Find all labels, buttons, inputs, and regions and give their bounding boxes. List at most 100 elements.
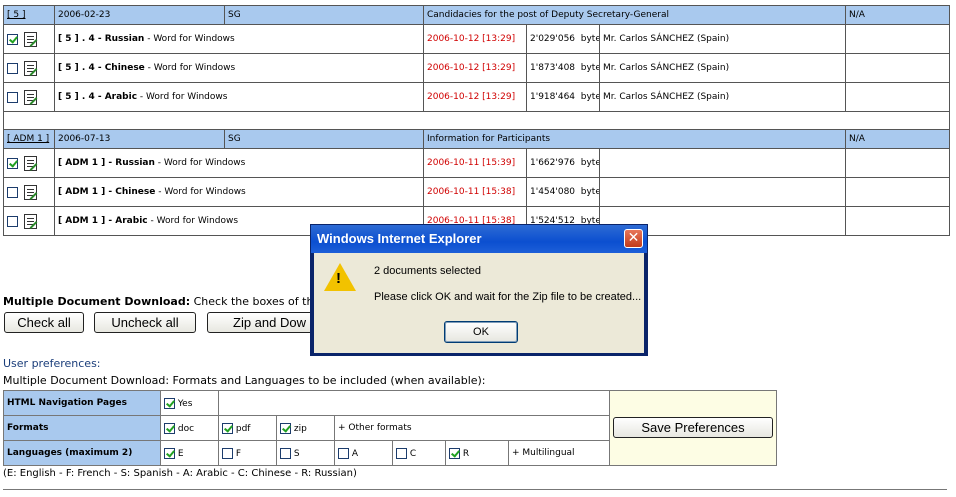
multilingual-link[interactable]: + Multilingual — [508, 440, 610, 466]
select-checkbox[interactable] — [7, 215, 18, 227]
language-checkbox[interactable] — [222, 447, 233, 459]
table-row: [ 5 ] . 4 - Chinese - Word for Windows 20… — [3, 53, 951, 83]
document-timestamp: 2006-10-12 [13:29] — [423, 24, 527, 54]
language-option-C: C — [392, 440, 446, 466]
document-edit-icon[interactable] — [24, 60, 37, 76]
language-checkbox[interactable] — [164, 447, 175, 459]
document-author — [598, 148, 847, 178]
document-name: [ ADM 1 ] - Chinese — [58, 187, 156, 197]
document-author: Mr. Carlos SÁNCHEZ (Spain) — [598, 82, 847, 112]
format-checkbox[interactable] — [222, 422, 233, 434]
document-edit-icon[interactable] — [24, 155, 37, 171]
ie-alert-dialog: Windows Internet Explorer ✕ ! 2 document… — [310, 224, 648, 356]
download-label: Multiple Document Download: Check the bo… — [3, 295, 321, 308]
table-row: [ 5 ] . 4 - Arabic - Word for Windows 200… — [3, 82, 951, 112]
document-name: [ 5 ] . 4 - Russian — [58, 34, 145, 44]
preferences-table: HTML Navigation Pages Yes Save Preferenc… — [3, 390, 777, 466]
dialog-message-wait: Please click OK and wait for the Zip fil… — [374, 291, 642, 303]
other-formats-link[interactable]: + Other formats — [334, 415, 610, 441]
document-edit-icon[interactable] — [24, 184, 37, 200]
document-size: 1'454'080 — [530, 187, 576, 197]
document-format: Word for Windows — [153, 34, 235, 44]
preferences-heading: User preferences: — [3, 357, 101, 370]
language-checkbox[interactable] — [280, 447, 291, 459]
document-edit-icon[interactable] — [24, 31, 37, 47]
zip-download-button[interactable]: Zip and Dow — [207, 312, 327, 333]
select-checkbox[interactable] — [7, 157, 18, 169]
group-org: SG — [224, 129, 424, 149]
select-checkbox[interactable] — [7, 91, 18, 103]
uncheck-all-button[interactable]: Uncheck all — [94, 312, 196, 333]
language-option-R: R — [445, 440, 509, 466]
document-timestamp: 2006-10-12 [13:29] — [423, 53, 527, 83]
group-ref-link[interactable]: [ 5 ] — [7, 10, 25, 20]
preferences-subheading: Multiple Document Download: Formats and … — [3, 374, 486, 387]
languages-label: Languages (maximum 2) — [3, 440, 161, 466]
select-checkbox[interactable] — [7, 186, 18, 198]
group-spacer — [2, 111, 951, 130]
language-option-E: E — [160, 440, 219, 466]
group-ref-link[interactable]: [ ADM 1 ] — [7, 134, 49, 144]
document-name: [ ADM 1 ] - Arabic — [58, 216, 148, 226]
document-size: 2'029'056 — [530, 34, 576, 44]
size-unit: bytes — [580, 187, 599, 197]
bottom-divider — [3, 489, 947, 490]
table-row: [ ADM 1 ] - Russian - Word for Windows 20… — [3, 148, 951, 178]
close-icon[interactable]: ✕ — [624, 229, 643, 248]
html-nav-checkbox[interactable] — [164, 397, 175, 409]
group-title: Candidacies for the post of Deputy Secre… — [422, 5, 847, 25]
ok-button[interactable]: OK — [444, 321, 518, 343]
select-checkbox[interactable] — [7, 62, 18, 74]
language-option-A: A — [334, 440, 393, 466]
language-checkbox[interactable] — [449, 447, 460, 459]
document-name: [ 5 ] . 4 - Chinese — [58, 63, 145, 73]
document-format: Word for Windows — [164, 187, 246, 197]
document-author: Mr. Carlos SÁNCHEZ (Spain) — [598, 53, 847, 83]
format-checkbox[interactable] — [280, 422, 291, 434]
document-format: Word for Windows — [146, 92, 228, 102]
group-status: N/A — [845, 129, 951, 149]
dialog-message-count: 2 documents selected — [374, 265, 482, 277]
group-org: SG — [224, 5, 424, 25]
size-unit: bytes — [580, 63, 599, 73]
check-all-button[interactable]: Check all — [4, 312, 84, 333]
document-name: [ ADM 1 ] - Russian — [58, 158, 155, 168]
language-checkbox[interactable] — [396, 447, 407, 459]
table-row: [ ADM 1 ] - Chinese - Word for Windows 20… — [3, 177, 951, 207]
language-checkbox[interactable] — [338, 447, 349, 459]
document-format: Word for Windows — [153, 63, 236, 73]
document-format: Word for Windows — [156, 216, 239, 226]
format-option-doc: doc — [160, 415, 219, 441]
document-format: Word for Windows — [163, 158, 246, 168]
dialog-title: Windows Internet Explorer — [311, 225, 647, 253]
size-unit: bytes — [580, 158, 599, 168]
language-option-S: S — [276, 440, 335, 466]
format-checkbox[interactable] — [164, 422, 175, 434]
select-checkbox[interactable] — [7, 33, 18, 45]
save-cell: Save Preferences — [609, 390, 777, 466]
html-nav-yes-cell: Yes — [160, 390, 219, 416]
size-unit: bytes — [580, 92, 599, 102]
document-timestamp: 2006-10-11 [15:39] — [423, 148, 527, 178]
document-edit-icon[interactable] — [24, 89, 37, 105]
document-edit-icon[interactable] — [24, 213, 37, 229]
document-size: 1'662'976 — [530, 158, 576, 168]
save-preferences-button[interactable]: Save Preferences — [613, 417, 773, 438]
group-status: N/A — [845, 5, 951, 25]
document-author: Mr. Carlos SÁNCHEZ (Spain) — [598, 24, 847, 54]
html-nav-label: HTML Navigation Pages — [3, 390, 161, 416]
formats-label: Formats — [3, 415, 161, 441]
group-header: [ ADM 1 ] 2006-07-13 SG Information for Par… — [3, 129, 951, 149]
table-row: [ 5 ] . 4 - Russian - Word for Windows 20… — [3, 24, 951, 54]
group-date: 2006-07-13 — [54, 129, 225, 149]
size-unit: bytes — [580, 34, 599, 44]
format-option-zip: zip — [276, 415, 335, 441]
document-name: [ 5 ] . 4 - Arabic — [58, 92, 138, 102]
warning-mark: ! — [336, 270, 341, 287]
group-header: [ 5 ] 2006-02-23 SG Candidacies for the pos… — [3, 5, 951, 25]
format-option-pdf: pdf — [218, 415, 277, 441]
document-size: 1'918'464 — [530, 92, 576, 102]
document-timestamp: 2006-10-11 [15:38] — [423, 177, 527, 207]
dialog-body: ! 2 documents selected Please click OK a… — [314, 253, 644, 353]
documents-table: [ 5 ] 2006-02-23 SG Candidacies for the pos… — [2, 5, 951, 236]
